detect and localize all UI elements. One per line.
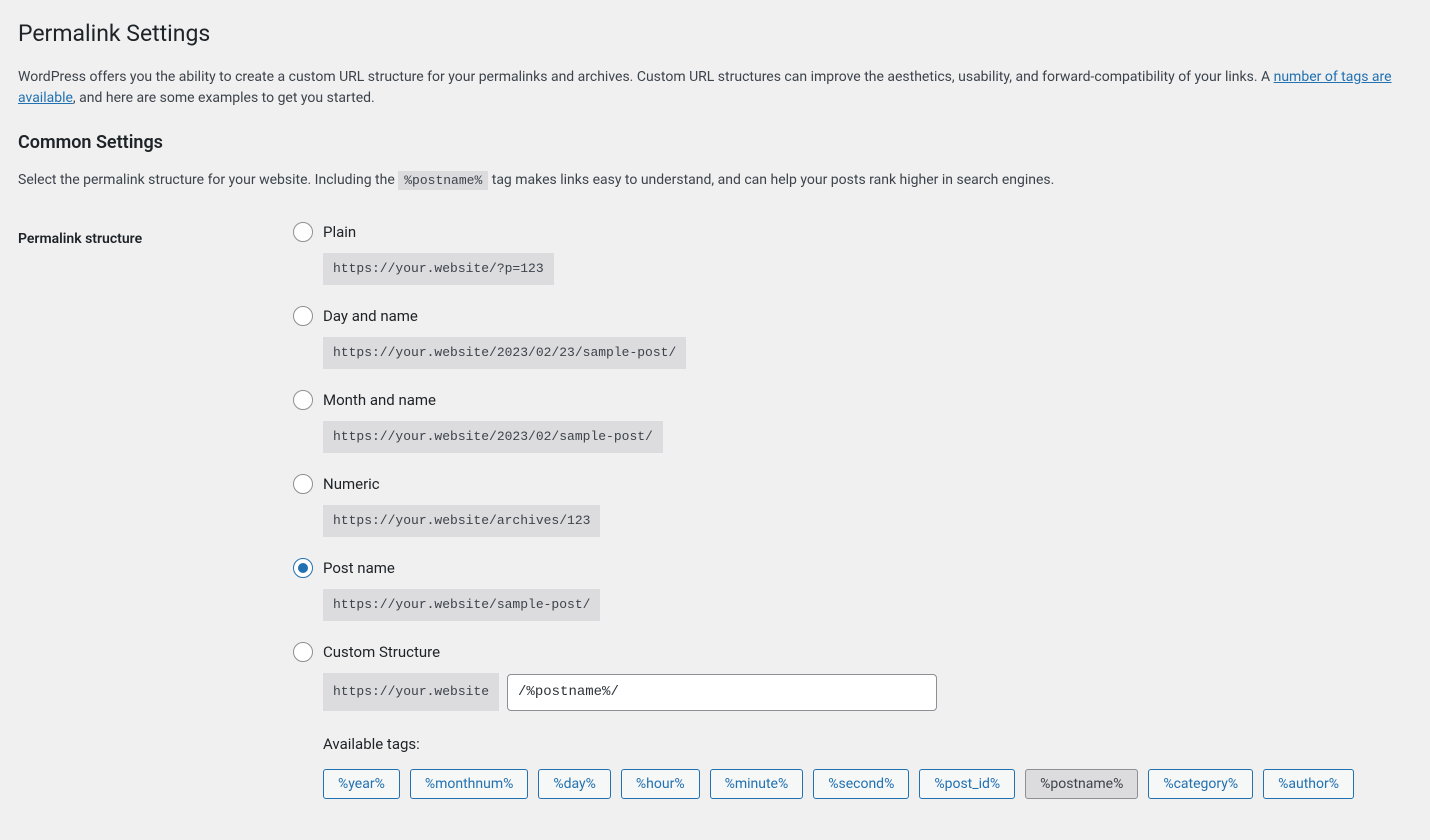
label-custom[interactable]: Custom Structure xyxy=(323,641,440,664)
example-numeric: https://your.website/archives/123 xyxy=(323,505,600,537)
tag-button-category[interactable]: %category% xyxy=(1148,769,1253,799)
label-plain[interactable]: Plain xyxy=(323,221,356,244)
label-day-name[interactable]: Day and name xyxy=(323,305,418,328)
label-numeric[interactable]: Numeric xyxy=(323,473,380,496)
available-tags-label: Available tags: xyxy=(323,733,1412,756)
page-description: WordPress offers you the ability to crea… xyxy=(18,67,1412,109)
permalink-structure-label: Permalink structure xyxy=(18,211,293,830)
description-text-pre: WordPress offers you the ability to crea… xyxy=(18,69,1274,85)
tag-button-year[interactable]: %year% xyxy=(323,769,400,799)
custom-prefix: https://your.website xyxy=(323,673,499,711)
example-post-name: https://your.website/sample-post/ xyxy=(323,589,600,621)
tag-button-second[interactable]: %second% xyxy=(813,769,909,799)
option-plain: Plain https://your.website/?p=123 xyxy=(293,221,1412,285)
radio-post-name[interactable] xyxy=(293,558,313,578)
tag-button-day[interactable]: %day% xyxy=(538,769,611,799)
label-post-name[interactable]: Post name xyxy=(323,557,395,580)
tag-button-monthnum[interactable]: %monthnum% xyxy=(410,769,529,799)
option-day-name: Day and name https://your.website/2023/0… xyxy=(293,305,1412,369)
radio-plain[interactable] xyxy=(293,222,313,242)
tag-button-post_id[interactable]: %post_id% xyxy=(919,769,1015,799)
postname-code: %postname% xyxy=(398,171,488,190)
option-numeric: Numeric https://your.website/archives/12… xyxy=(293,473,1412,537)
custom-structure-input[interactable] xyxy=(507,674,937,711)
tag-button-hour[interactable]: %hour% xyxy=(621,769,700,799)
tag-button-minute[interactable]: %minute% xyxy=(710,769,804,799)
page-title: Permalink Settings xyxy=(18,10,1412,53)
option-custom: Custom Structure https://your.website Av… xyxy=(293,641,1412,800)
example-month-name: https://your.website/2023/02/sample-post… xyxy=(323,421,663,453)
option-post-name: Post name https://your.website/sample-po… xyxy=(293,557,1412,621)
example-day-name: https://your.website/2023/02/23/sample-p… xyxy=(323,337,686,369)
common-desc-post: tag makes links easy to understand, and … xyxy=(492,172,1055,188)
example-plain: https://your.website/?p=123 xyxy=(323,253,554,285)
common-settings-description: Select the permalink structure for your … xyxy=(18,170,1412,191)
label-month-name[interactable]: Month and name xyxy=(323,389,436,412)
tag-button-author[interactable]: %author% xyxy=(1263,769,1354,799)
radio-numeric[interactable] xyxy=(293,474,313,494)
common-desc-pre: Select the permalink structure for your … xyxy=(18,172,398,188)
radio-month-name[interactable] xyxy=(293,390,313,410)
tag-button-postname[interactable]: %postname% xyxy=(1025,769,1138,799)
radio-custom[interactable] xyxy=(293,642,313,662)
common-settings-heading: Common Settings xyxy=(18,129,1412,156)
tags-container: %year% %monthnum% %day% %hour% %minute% %seco… xyxy=(323,769,1412,799)
radio-day-name[interactable] xyxy=(293,306,313,326)
settings-form-table: Permalink structure Plain https://your.w… xyxy=(18,211,1412,830)
description-text-post: , and here are some examples to get you … xyxy=(73,90,375,106)
option-month-name: Month and name https://your.website/2023… xyxy=(293,389,1412,453)
